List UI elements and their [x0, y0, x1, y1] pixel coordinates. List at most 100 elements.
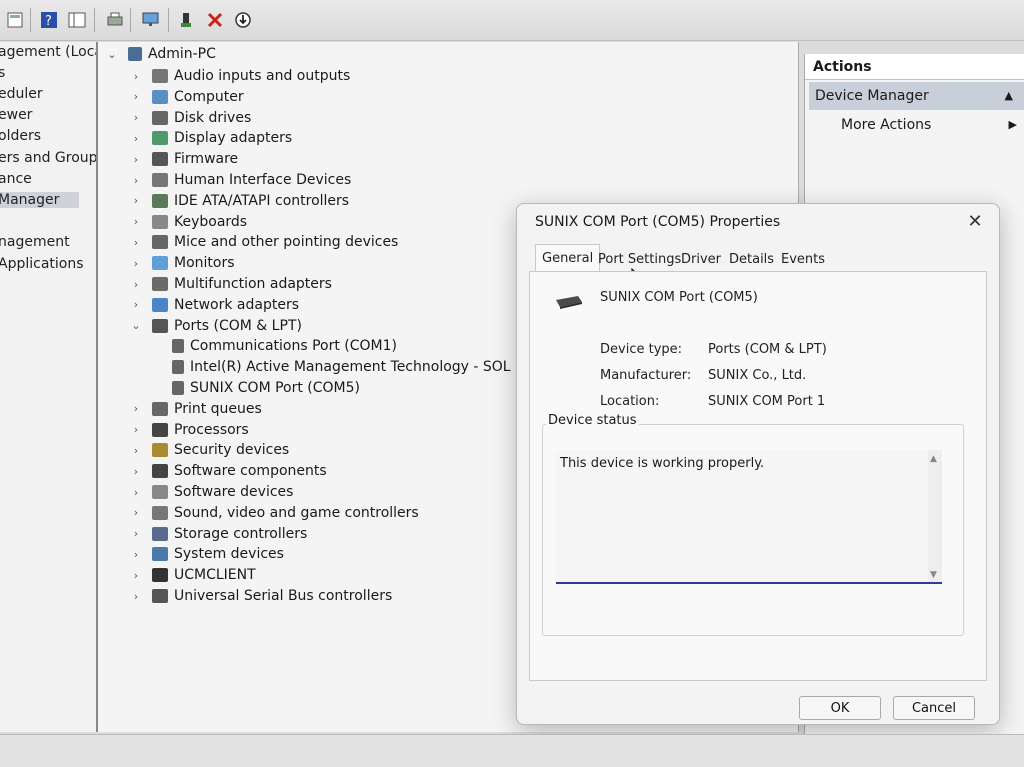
status-scrollbar[interactable]: ▲ ▼ — [928, 450, 942, 582]
device-name: SUNIX COM Port (COM5) — [600, 290, 758, 305]
tree-category[interactable]: › Software components — [130, 463, 327, 479]
nav-item-computer-management[interactable]: agement (Local — [0, 44, 96, 60]
help-icon[interactable]: ? — [38, 9, 60, 31]
chevron-right-icon[interactable]: › — [130, 506, 142, 519]
tree-category[interactable]: › Multifunction adapters — [130, 276, 332, 292]
scan-hardware-icon[interactable] — [140, 9, 162, 31]
chevron-right-icon[interactable]: › — [130, 590, 142, 603]
nav-item-system-tools[interactable]: s — [0, 65, 5, 81]
chevron-right-icon[interactable]: › — [130, 174, 142, 187]
tab-driver[interactable]: Driver — [675, 248, 727, 272]
actions-section-device-manager[interactable]: Device Manager ▲ — [809, 82, 1024, 110]
chevron-right-icon[interactable]: › — [130, 548, 142, 561]
tree-category-label: Mice and other pointing devices — [174, 234, 399, 251]
chevron-right-icon[interactable]: › — [130, 423, 142, 436]
tree-category[interactable]: › Monitors — [130, 255, 235, 271]
chevron-right-icon[interactable]: › — [130, 527, 142, 540]
nav-item-services-applications[interactable]: Applications — [0, 256, 84, 272]
chevron-right-icon[interactable]: › — [130, 298, 142, 311]
disable-icon[interactable] — [232, 9, 254, 31]
chevron-right-icon[interactable]: › — [130, 153, 142, 166]
tree-category[interactable]: › System devices — [130, 546, 284, 562]
update-driver-icon[interactable] — [176, 9, 198, 31]
firmware-icon — [152, 152, 168, 167]
chevron-right-icon[interactable]: › — [130, 111, 142, 124]
tree-category[interactable]: › Network adapters — [130, 297, 299, 313]
tree-category[interactable]: › Keyboards — [130, 214, 247, 230]
port-icon — [172, 381, 184, 395]
chevron-right-icon[interactable]: › — [130, 278, 142, 291]
chevron-right-icon[interactable]: › — [130, 215, 142, 228]
tree-category[interactable]: › Security devices — [130, 442, 289, 458]
tree-device[interactable]: SUNIX COM Port (COM5) — [162, 380, 360, 396]
nav-item-storage-management[interactable]: nagement — [0, 234, 70, 250]
tree-category[interactable]: › Print queues — [130, 401, 262, 417]
more-actions-item[interactable]: More Actions ▶ — [841, 114, 1021, 136]
tree-category[interactable]: › Human Interface Devices — [130, 172, 351, 188]
chevron-right-icon[interactable]: › — [130, 132, 142, 145]
show-hide-tree-icon[interactable] — [66, 9, 88, 31]
tree-category[interactable]: › Storage controllers — [130, 525, 308, 542]
chevron-down-icon[interactable]: ⌄ — [130, 319, 142, 332]
uninstall-icon[interactable] — [204, 9, 226, 31]
tree-device[interactable]: Intel(R) Active Management Technology - … — [162, 359, 553, 375]
chevron-right-icon[interactable]: › — [130, 70, 142, 83]
nav-item-event-viewer[interactable]: ewer — [0, 107, 32, 123]
tree-category-label: Monitors — [174, 255, 235, 272]
ok-button[interactable]: OK — [799, 696, 881, 720]
tree-category[interactable]: › Mice and other pointing devices — [130, 234, 399, 251]
tree-root[interactable]: ⌄ Admin-PC — [106, 46, 216, 62]
tree-root-label: Admin-PC — [148, 46, 216, 62]
tab-details[interactable]: Details — [723, 248, 780, 272]
chevron-right-icon[interactable]: › — [130, 194, 142, 207]
collapse-up-icon[interactable]: ▲ — [1005, 82, 1013, 110]
scroll-down-icon[interactable]: ▼ — [930, 570, 937, 580]
scroll-up-icon[interactable]: ▲ — [930, 454, 937, 464]
storage-icon — [152, 526, 168, 541]
tree-category[interactable]: › Disk drives — [130, 110, 251, 126]
chevron-right-icon[interactable]: › — [130, 236, 142, 249]
tree-category[interactable]: › Universal Serial Bus controllers — [130, 588, 392, 604]
cancel-button[interactable]: Cancel — [893, 696, 975, 720]
nav-item-task-scheduler[interactable]: eduler — [0, 86, 43, 102]
chevron-right-icon[interactable]: › — [130, 402, 142, 415]
nav-item-device-manager[interactable]: Manager — [0, 192, 80, 208]
tree-category[interactable]: › IDE ATA/ATAPI controllers — [130, 193, 349, 209]
chevron-right-icon[interactable]: › — [130, 569, 142, 582]
nav-item-performance[interactable]: ance — [0, 171, 32, 187]
print-icon[interactable] — [104, 9, 126, 31]
nav-item-shared-folders[interactable]: olders — [0, 128, 41, 144]
tree-category-label: Software devices — [174, 484, 294, 500]
console-icon[interactable] — [4, 9, 26, 31]
general-tab-panel: SUNIX COM Port (COM5) Device type: Ports… — [529, 271, 987, 681]
tree-category[interactable]: › Software devices — [130, 484, 294, 500]
tree-category-label: Universal Serial Bus controllers — [174, 588, 393, 604]
tree-category[interactable]: › UCMCLIENT — [130, 567, 256, 583]
chevron-right-icon[interactable]: › — [130, 465, 142, 478]
computer-icon — [152, 89, 168, 104]
close-icon[interactable]: ✕ — [963, 210, 987, 234]
device-status-textbox[interactable]: This device is working properly. ▲ ▼ — [556, 450, 942, 584]
tree-category-label: Storage controllers — [174, 525, 308, 542]
nav-item-local-users-groups[interactable]: ers and Groups — [0, 150, 96, 166]
tree-category[interactable]: › Computer — [130, 89, 244, 105]
tree-category-label: Display adapters — [174, 130, 293, 147]
tree-category[interactable]: › Sound, video and game controllers — [130, 505, 419, 521]
chevron-right-icon[interactable]: › — [130, 90, 142, 103]
chevron-right-icon[interactable]: › — [130, 257, 142, 270]
software-component-icon — [152, 464, 168, 479]
chevron-right-icon[interactable]: › — [130, 444, 142, 457]
chevron-down-icon[interactable]: ⌄ — [106, 48, 118, 61]
tab-general[interactable]: General — [535, 244, 601, 273]
dialog-title: SUNIX COM Port (COM5) Properties — [535, 214, 781, 230]
tree-category[interactable]: › Processors — [130, 422, 249, 438]
chevron-right-icon[interactable]: › — [130, 486, 142, 499]
tree-category[interactable]: › Display adapters — [130, 130, 292, 146]
system-device-icon — [152, 547, 168, 562]
tree-device[interactable]: Communications Port (COM1) — [162, 338, 397, 354]
tree-category[interactable]: › Firmware — [130, 151, 238, 167]
tab-events[interactable]: Events — [775, 248, 831, 272]
tree-category[interactable]: ⌄ Ports (COM & LPT) — [130, 318, 302, 334]
processor-icon — [152, 422, 168, 437]
tree-category[interactable]: › Audio inputs and outputs — [130, 68, 350, 84]
